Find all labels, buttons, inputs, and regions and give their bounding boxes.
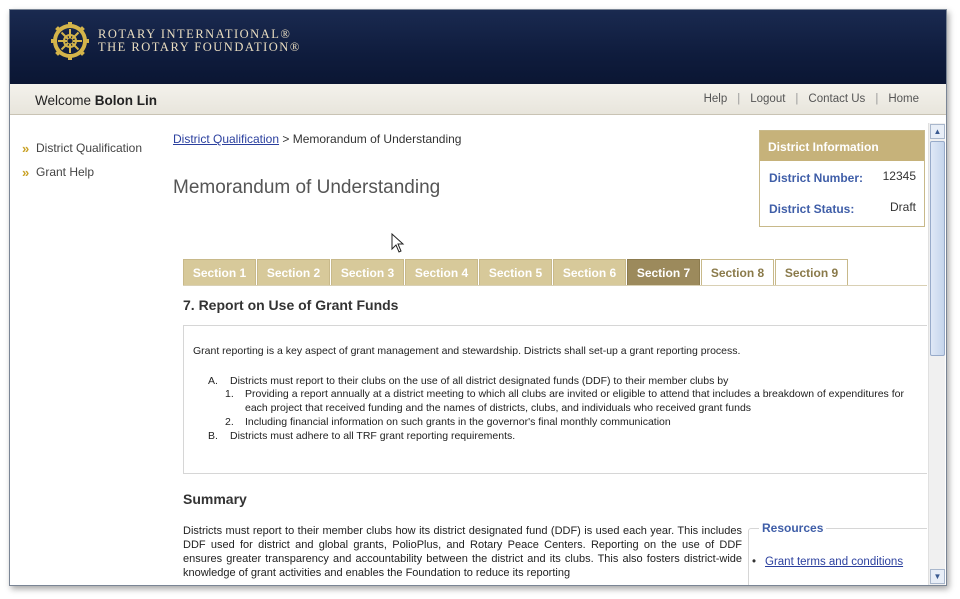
- tab-section-5[interactable]: Section 5: [479, 259, 552, 286]
- grant-terms-link[interactable]: Grant terms and conditions: [752, 556, 903, 568]
- sub-item-2: 2. Including financial information on su…: [225, 416, 905, 430]
- tab-section-4[interactable]: Section 4: [405, 259, 478, 286]
- sub-item-1: 1. Providing a report annually at a dist…: [225, 388, 905, 415]
- district-status-label: District Status:: [769, 202, 855, 216]
- list-marker: 2.: [225, 416, 234, 428]
- resources-box: Resources Grant terms and conditions: [748, 521, 927, 585]
- list-item-a: A. Districts must report to their clubs o…: [208, 375, 908, 387]
- logout-link[interactable]: Logout: [750, 93, 785, 105]
- tab-section-2[interactable]: Section 2: [257, 259, 330, 286]
- home-link[interactable]: Home: [888, 93, 919, 105]
- summary-text: Districts must report to their member cl…: [183, 525, 742, 579]
- sidebar-item-grant-help[interactable]: » Grant Help: [22, 161, 162, 183]
- list-marker: 1.: [225, 388, 234, 400]
- list-item-text: Districts must adhere to all TRF grant r…: [230, 430, 516, 442]
- page-title: Memorandum of Understanding: [173, 177, 441, 198]
- list-item-text: Providing a report annually at a distric…: [245, 388, 904, 414]
- top-nav-bar: Welcome Bolon Lin Help | Logout | Contact Us…: [10, 84, 946, 115]
- list-marker: A.: [208, 375, 218, 387]
- contact-us-link[interactable]: Contact Us: [808, 93, 865, 105]
- list-marker: B.: [208, 430, 218, 442]
- tab-section-6[interactable]: Section 6: [553, 259, 626, 286]
- browser-window: ROTARY INTERNATIONAL® THE ROTARY FOUNDAT…: [9, 9, 947, 586]
- help-link[interactable]: Help: [704, 93, 728, 105]
- tab-section-3[interactable]: Section 3: [331, 259, 404, 286]
- header-banner: ROTARY INTERNATIONAL® THE ROTARY FOUNDAT…: [10, 10, 946, 84]
- scroll-thumb[interactable]: [930, 141, 945, 356]
- link-separator: |: [737, 93, 741, 105]
- district-information-title: District Information: [760, 131, 924, 161]
- breadcrumb-separator: >: [279, 132, 293, 146]
- sidebar-item-label: District Qualification: [36, 141, 143, 155]
- list-item-b: B. Districts must adhere to all TRF grant…: [208, 430, 908, 442]
- chevron-right-icon: »: [22, 140, 30, 156]
- breadcrumb-current: Memorandum of Understanding: [292, 132, 462, 146]
- section-content-box: Grant reporting is a key aspect of grant…: [183, 325, 927, 474]
- breadcrumb-district-qualification-link[interactable]: District Qualification: [173, 132, 279, 146]
- scroll-down-icon[interactable]: ▼: [930, 569, 945, 584]
- district-status-value: Draft: [889, 200, 916, 214]
- list-item-text: Including financial information on such …: [245, 416, 671, 428]
- sidebar-item-label: Grant Help: [36, 165, 95, 179]
- rotary-wheel-logo[interactable]: [50, 21, 90, 61]
- brand-line-2: THE ROTARY FOUNDATION®: [98, 40, 301, 54]
- district-number-row: District Number: 12345: [760, 161, 924, 192]
- scroll-up-icon[interactable]: ▲: [930, 124, 945, 139]
- breadcrumb: District Qualification > Memorandum of U…: [173, 132, 461, 146]
- tab-section-9[interactable]: Section 9: [775, 259, 848, 286]
- section-heading: 7. Report on Use of Grant Funds: [183, 297, 399, 313]
- sidebar: » District Qualification » Grant Help: [22, 137, 162, 185]
- welcome-prefix: Welcome: [35, 93, 92, 108]
- tab-underline: [183, 285, 927, 286]
- user-name: Bolon Lin: [94, 93, 158, 108]
- chevron-right-icon: »: [22, 164, 30, 180]
- welcome-message: Welcome Bolon Lin: [35, 93, 157, 108]
- district-number-value: 12345: [882, 169, 916, 183]
- section-tabs: Section 1 Section 2 Section 3 Section 4 Sect…: [183, 259, 849, 286]
- tab-section-1[interactable]: Section 1: [183, 259, 256, 286]
- vertical-scrollbar[interactable]: ▲ ▼: [928, 123, 945, 585]
- tab-section-8[interactable]: Section 8: [701, 259, 774, 286]
- link-separator: |: [795, 93, 799, 105]
- summary-heading: Summary: [183, 491, 247, 507]
- top-links: Help | Logout | Contact Us | Home: [704, 93, 919, 105]
- tab-section-7[interactable]: Section 7: [627, 259, 700, 286]
- link-separator: |: [875, 93, 879, 105]
- section-intro: Grant reporting is a key aspect of grant…: [193, 345, 741, 357]
- list-item-text: Districts must report to their clubs on …: [230, 375, 729, 387]
- main-content: District Qualification > Memorandum of U…: [173, 115, 927, 585]
- district-status-row: District Status: Draft: [760, 192, 924, 223]
- mouse-cursor-icon: [391, 233, 405, 253]
- sidebar-item-district-qualification[interactable]: » District Qualification: [22, 137, 162, 159]
- district-number-label: District Number:: [769, 171, 864, 185]
- resources-title: Resources: [759, 521, 827, 535]
- district-information-box: District Information District Number: 12…: [759, 130, 925, 227]
